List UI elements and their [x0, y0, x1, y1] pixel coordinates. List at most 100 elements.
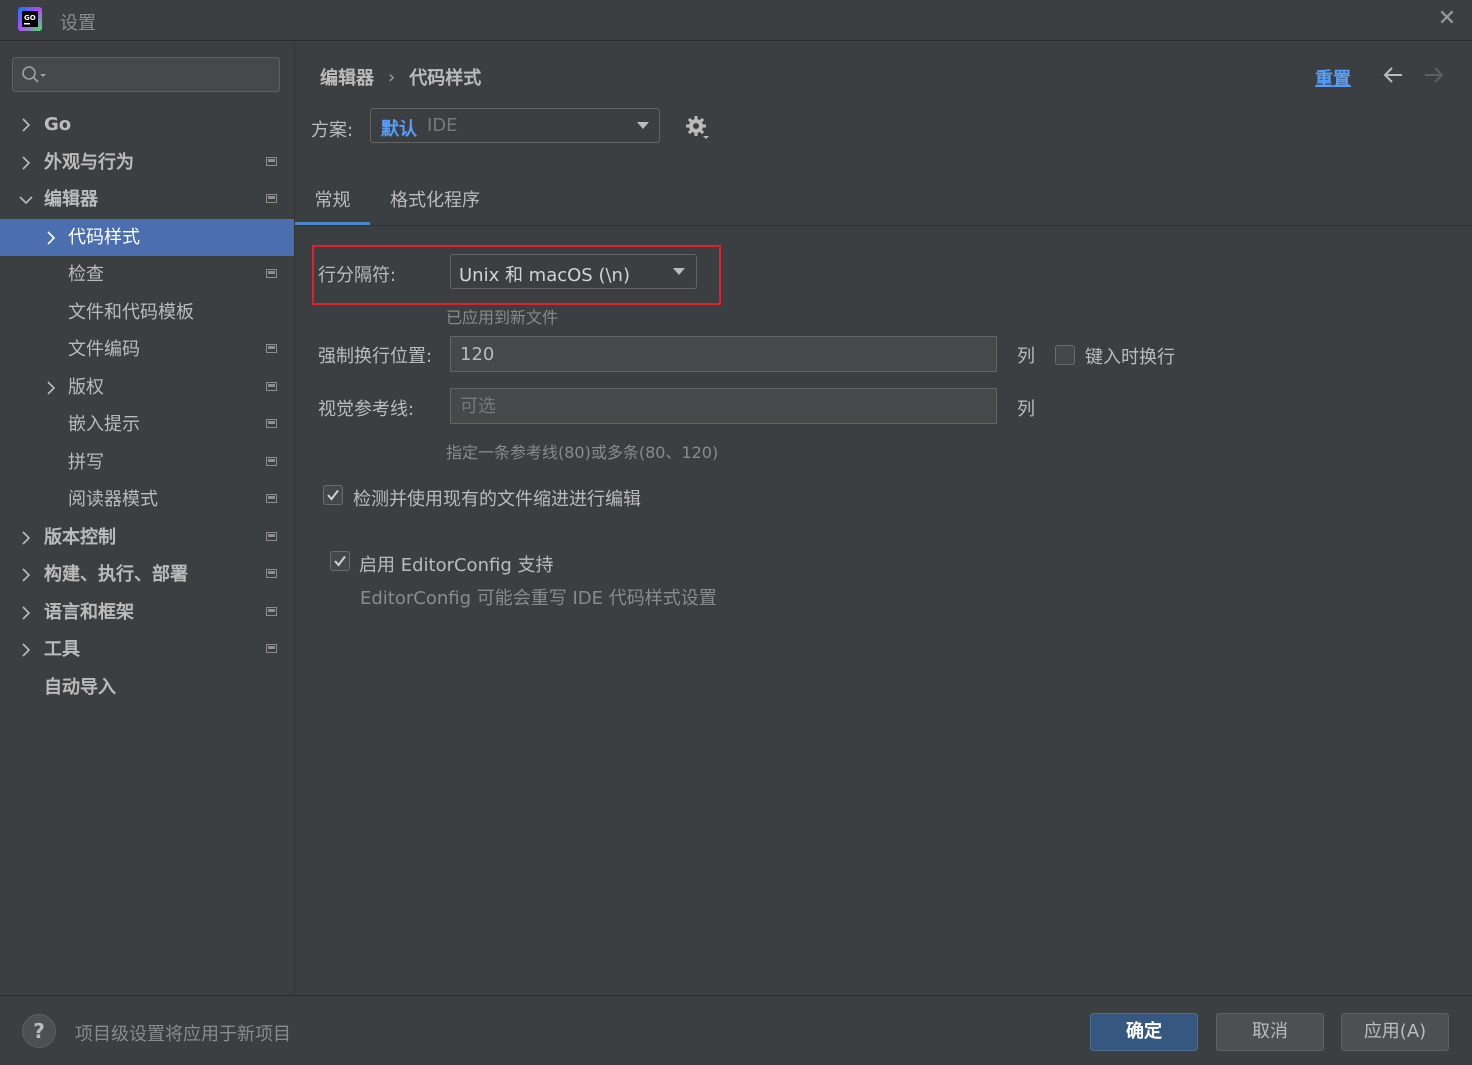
- title-bar: GO 设置 ✕: [0, 0, 1472, 41]
- sidebar-item-languages-frameworks[interactable]: 语言和框架: [0, 594, 294, 631]
- sidebar-item-label: 版权: [68, 377, 104, 398]
- project-settings-icon: [266, 644, 277, 653]
- dropdown-arrow-icon: [637, 122, 649, 129]
- sidebar-item-label: 构建、执行、部署: [44, 564, 188, 585]
- detect-indent-checkbox[interactable]: [323, 485, 343, 505]
- cancel-button[interactable]: 取消: [1216, 1013, 1324, 1051]
- project-settings-icon: [266, 157, 277, 166]
- sidebar-item-label: 检查: [68, 264, 104, 285]
- breadcrumb: 编辑器 › 代码样式: [320, 64, 482, 90]
- sidebar-item-editor[interactable]: 编辑器: [0, 181, 294, 218]
- sidebar-item-label: Go: [44, 114, 72, 135]
- footer-hint: 项目级设置将应用于新项目: [75, 1024, 291, 1045]
- scheme-type: IDE: [427, 115, 458, 136]
- project-settings-icon: [266, 382, 277, 391]
- svg-text:GO: GO: [24, 14, 36, 22]
- project-settings-icon: [266, 532, 277, 541]
- project-settings-icon: [266, 419, 277, 428]
- sidebar-item-inspections[interactable]: 检查: [0, 256, 294, 293]
- chevron-right-icon[interactable]: [43, 219, 59, 256]
- forward-arrow-icon[interactable]: [1423, 65, 1445, 90]
- settings-sidebar: Go 外观与行为 编辑器 代码样式 检查 文件和代码模板 文件编码 版权 嵌入提…: [0, 41, 295, 995]
- sidebar-item-build-execution-deployment[interactable]: 构建、执行、部署: [0, 556, 294, 593]
- sidebar-item-label: 代码样式: [68, 227, 140, 248]
- settings-content: 编辑器 › 代码样式 重置 方案: 默认 IDE 常规 格式化程序 行分隔符: …: [295, 41, 1472, 995]
- sidebar-item-reader-mode[interactable]: 阅读器模式: [0, 481, 294, 518]
- sidebar-item-label: 语言和框架: [44, 602, 134, 623]
- visual-guides-unit: 列: [1017, 399, 1035, 420]
- wrap-on-typing-checkbox[interactable]: [1055, 345, 1075, 365]
- ok-button[interactable]: 确定: [1090, 1013, 1198, 1051]
- project-settings-icon: [266, 607, 277, 616]
- apply-button[interactable]: 应用(A): [1341, 1013, 1449, 1051]
- sidebar-item-inlay-hints[interactable]: 嵌入提示: [0, 406, 294, 443]
- goland-logo-icon: GO: [18, 7, 42, 31]
- sidebar-item-auto-import[interactable]: 自动导入: [0, 669, 294, 706]
- chevron-right-icon[interactable]: [18, 519, 34, 556]
- sidebar-item-label: 外观与行为: [44, 152, 134, 173]
- sidebar-item-label: 嵌入提示: [68, 414, 140, 435]
- reset-link[interactable]: 重置: [1315, 65, 1351, 91]
- sidebar-item-version-control[interactable]: 版本控制: [0, 519, 294, 556]
- chevron-right-icon[interactable]: [18, 106, 34, 143]
- close-icon[interactable]: ✕: [1436, 8, 1458, 30]
- breadcrumb-item-editor[interactable]: 编辑器: [320, 64, 374, 90]
- project-settings-icon: [266, 194, 277, 203]
- sidebar-item-label: 文件编码: [68, 339, 140, 360]
- sidebar-item-go[interactable]: Go: [0, 106, 294, 143]
- gear-icon[interactable]: [685, 115, 711, 146]
- hard-wrap-label: 强制换行位置:: [318, 346, 433, 367]
- scheme-name: 默认: [381, 119, 417, 140]
- search-field[interactable]: [12, 57, 280, 92]
- sidebar-item-label: 文件和代码模板: [68, 302, 194, 323]
- highlight-box: [312, 245, 721, 305]
- wrap-on-typing-label[interactable]: 键入时换行: [1085, 343, 1175, 369]
- chevron-right-icon[interactable]: [43, 369, 59, 406]
- tab-general[interactable]: 常规: [295, 187, 370, 225]
- sidebar-item-code-style[interactable]: 代码样式: [0, 219, 294, 256]
- project-settings-icon: [266, 457, 277, 466]
- sidebar-item-tools[interactable]: 工具: [0, 631, 294, 668]
- chevron-right-icon[interactable]: [18, 144, 34, 181]
- sidebar-item-file-encodings[interactable]: 文件编码: [0, 331, 294, 368]
- tabs-divider: [295, 225, 1472, 226]
- check-icon: [334, 555, 346, 567]
- sidebar-item-label: 版本控制: [44, 527, 116, 548]
- back-arrow-icon[interactable]: [1382, 65, 1404, 90]
- search-icon: [22, 66, 46, 83]
- editorconfig-checkbox[interactable]: [330, 551, 350, 571]
- hard-wrap-unit: 列: [1017, 346, 1035, 367]
- chevron-down-icon[interactable]: [18, 181, 34, 218]
- tab-formatter[interactable]: 格式化程序: [390, 187, 482, 225]
- editorconfig-hint: EditorConfig 可能会重写 IDE 代码样式设置: [360, 588, 717, 609]
- hard-wrap-input[interactable]: [450, 336, 997, 372]
- sidebar-item-spelling[interactable]: 拼写: [0, 444, 294, 481]
- line-separator-hint: 已应用到新文件: [446, 308, 559, 327]
- scheme-label: 方案:: [311, 120, 354, 141]
- sidebar-item-label: 拼写: [68, 452, 104, 473]
- project-settings-icon: [266, 269, 277, 278]
- scheme-dropdown[interactable]: 默认 IDE: [370, 108, 660, 143]
- breadcrumb-separator: ›: [388, 66, 396, 88]
- sidebar-item-label: 工具: [44, 639, 80, 660]
- sidebar-item-file-templates[interactable]: 文件和代码模板: [0, 294, 294, 331]
- breadcrumb-item-code-style: 代码样式: [409, 68, 482, 89]
- project-settings-icon: [266, 569, 277, 578]
- visual-guides-label: 视觉参考线:: [318, 399, 415, 420]
- sidebar-item-copyright[interactable]: 版权: [0, 369, 294, 406]
- chevron-right-icon[interactable]: [18, 631, 34, 668]
- help-icon[interactable]: ?: [22, 1014, 56, 1048]
- chevron-right-icon[interactable]: [18, 594, 34, 631]
- editorconfig-label[interactable]: 启用 EditorConfig 支持: [359, 551, 553, 577]
- visual-guides-hint: 指定一条参考线(80)或多条(80、120): [446, 443, 719, 462]
- sidebar-item-appearance[interactable]: 外观与行为: [0, 144, 294, 181]
- detect-indent-label[interactable]: 检测并使用现有的文件缩进进行编辑: [353, 485, 641, 511]
- sidebar-item-label: 编辑器: [44, 189, 98, 210]
- search-input[interactable]: [53, 62, 277, 88]
- sidebar-item-label: 阅读器模式: [68, 489, 158, 510]
- project-settings-icon: [266, 494, 277, 503]
- visual-guides-input[interactable]: [450, 388, 997, 424]
- sidebar-item-label: 自动导入: [44, 677, 116, 698]
- chevron-right-icon[interactable]: [18, 556, 34, 593]
- project-settings-icon: [266, 344, 277, 353]
